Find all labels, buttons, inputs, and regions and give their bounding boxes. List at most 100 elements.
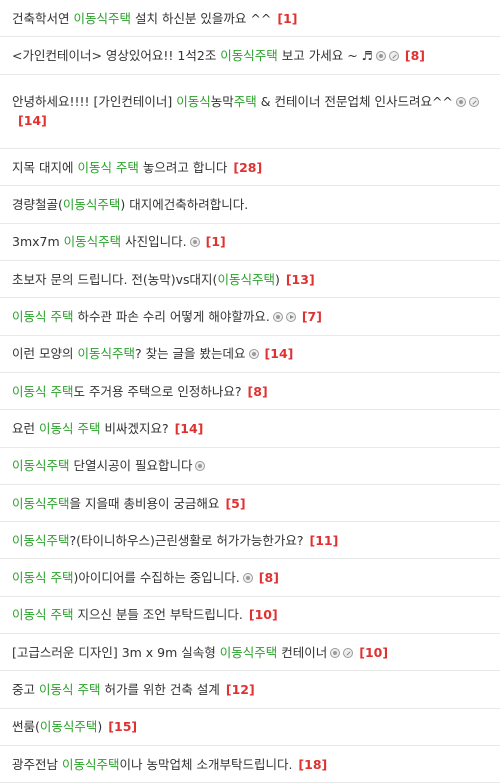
post-title-link[interactable]: 이동식 주택 지으신 분들 조언 부탁드립니다. [10] (12, 605, 278, 624)
comment-count[interactable]: [10] (249, 607, 278, 622)
comment-count[interactable]: [13] (286, 272, 315, 287)
title-text: 안녕하세요!!!! [가인컨테이너] (12, 94, 177, 110)
title-text: 3mx7m (12, 234, 64, 250)
post-title-link[interactable]: 경량철골(이동식주택) 대지에건축하려합니다. (12, 195, 248, 214)
post-title-link[interactable]: 이동식 주택)아이디어를 수집하는 중입니다. [8] (12, 568, 279, 587)
post-row[interactable]: 썬룸(이동식주택) [15] (0, 709, 500, 746)
title-text: 건축학서연 (12, 10, 74, 26)
comment-count[interactable]: [14] (18, 113, 47, 128)
post-row[interactable]: 이동식 주택 지으신 분들 조언 부탁드립니다. [10] (0, 597, 500, 635)
comment-count[interactable]: [10] (359, 645, 388, 660)
post-row[interactable]: 이동식 주택도 주거용 주택으로 인정하나요? [8] (0, 373, 500, 411)
post-title-link[interactable]: <가인컨테이너> 영상있어요!! 1석2조 이동식주택 보고 가세요 ~ ♬ [8… (12, 46, 425, 65)
post-row[interactable]: 이동식 주택 하수관 파손 수리 어떻게 해야할까요. [7] (0, 298, 500, 336)
image-icon (242, 573, 253, 584)
title-keyword-highlight: 이동식주택 (12, 532, 70, 548)
post-title-link[interactable]: 3mx7m 이동식주택 사진입니다. [1] (12, 232, 226, 251)
comment-count[interactable]: [5] (225, 496, 245, 511)
comment-count[interactable]: [11] (310, 533, 339, 548)
title-text: 설치 하신분 있을까요 ^^ (131, 10, 272, 26)
title-keyword-highlight: 이동식 주택 (38, 681, 101, 697)
title-text: 허가를 위한 건축 설계 (100, 681, 220, 697)
post-row[interactable]: 경량철골(이동식주택) 대지에건축하려합니다. (0, 186, 500, 224)
image-icon (272, 312, 283, 323)
comment-count[interactable]: [1] (206, 234, 226, 249)
post-title-link[interactable]: 요런 이동식 주택 비싸겠지요? [14] (12, 419, 203, 438)
title-keyword-highlight: 이동식 (176, 94, 211, 110)
title-keyword-highlight: 이동식주택 (61, 756, 120, 772)
post-row[interactable]: 광주전남 이동식주택이나 농막업체 소개부탁드립니다. [18] (0, 746, 500, 783)
comment-count[interactable]: [18] (298, 757, 327, 772)
image-icon (455, 97, 466, 108)
post-title-link[interactable]: 이동식 주택 하수관 파손 수리 어떻게 해야할까요. [7] (12, 307, 322, 326)
title-text: 하수관 파손 수리 어떻게 해야할까요. (73, 309, 270, 325)
title-keyword-highlight: 이동식주택 (63, 234, 122, 250)
post-row[interactable]: <가인컨테이너> 영상있어요!! 1석2조 이동식주택 보고 가세요 ~ ♬ [8… (0, 37, 500, 75)
post-row[interactable]: 중고 이동식 주택 허가를 위한 건축 설계 [12] (0, 671, 500, 709)
title-text: & 컨테이너 전문업체 인사드려요^^ (256, 94, 453, 110)
comment-count[interactable]: [8] (259, 570, 279, 585)
comment-count[interactable]: [15] (108, 719, 137, 734)
comment-count[interactable]: [1] (277, 11, 297, 26)
title-keyword-highlight: 이동식 주택 (12, 607, 74, 623)
post-row[interactable]: 지목 대지에 이동식 주택 놓으려고 합니다 [28] (0, 149, 500, 187)
title-text: <가인컨테이너> 영상있어요!! 1석2조 (12, 47, 221, 63)
title-text: 썬룸( (12, 719, 40, 735)
title-keyword-highlight: 주택 (233, 94, 257, 110)
post-row[interactable]: 요런 이동식 주택 비싸겠지요? [14] (0, 410, 500, 448)
post-row[interactable]: 건축학서연 이동식주택 설치 하신분 있을까요 ^^ [1] (0, 0, 500, 38)
post-title-link[interactable]: 이동식 주택도 주거용 주택으로 인정하나요? [8] (12, 382, 268, 401)
post-title-link[interactable]: 건축학서연 이동식주택 설치 하신분 있을까요 ^^ [1] (12, 9, 297, 28)
title-text: 지목 대지에 (12, 159, 78, 175)
post-row[interactable]: 이동식주택을 지을때 총비용이 궁금해요 [5] (0, 485, 500, 523)
comment-count[interactable]: [8] (248, 384, 268, 399)
title-text: ) (274, 271, 280, 287)
post-title-link[interactable]: 광주전남 이동식주택이나 농막업체 소개부탁드립니다. [18] (12, 755, 327, 774)
post-title-link[interactable]: 이런 모양의 이동식주택? 찾는 글을 봤는데요 [14] (12, 344, 293, 363)
title-keyword-highlight: 이동식 주택 (12, 383, 74, 399)
post-row[interactable]: 이동식주택 단열시공이 필요합니다 (0, 448, 500, 485)
post-title-link[interactable]: 초보자 문의 드립니다. 전(농막)vs대지(이동식주택) [13] (12, 270, 315, 289)
title-text: 비싸겠지요? (100, 420, 169, 436)
comment-count[interactable]: [8] (405, 48, 425, 63)
post-row[interactable]: [고급스러운 디자인] 3m x 9m 실속형 이동식주택 컨테이너 [10] (0, 634, 500, 672)
title-text: 이런 모양의 (12, 346, 78, 362)
post-row[interactable]: 초보자 문의 드립니다. 전(농막)vs대지(이동식주택) [13] (0, 261, 500, 299)
post-title-link[interactable]: 썬룸(이동식주택) [15] (12, 717, 137, 736)
comment-count[interactable]: [14] (265, 346, 294, 361)
post-title-link[interactable]: 이동식주택을 지을때 총비용이 궁금해요 [5] (12, 494, 246, 513)
title-text: 단열시공이 필요합니다 (69, 458, 193, 474)
title-text: 놓으려고 합니다 (138, 159, 228, 175)
post-title-link[interactable]: 이동식주택 단열시공이 필요합니다 (12, 456, 206, 475)
post-title-link[interactable]: 이동식주택?(타이니하우스)근린생활로 허가가능한가요? [11] (12, 531, 338, 550)
title-keyword-highlight: 이동식주택 (219, 644, 278, 660)
comment-count[interactable]: [14] (175, 421, 204, 436)
post-title-link[interactable]: 지목 대지에 이동식 주택 놓으려고 합니다 [28] (12, 158, 262, 177)
title-text: ? 찾는 글을 봤는데요 (134, 346, 246, 362)
title-text: [고급스러운 디자인] 3m x 9m 실속형 (12, 644, 220, 660)
post-title-link[interactable]: 중고 이동식 주택 허가를 위한 건축 설계 [12] (12, 680, 255, 699)
title-text: 경량철골( (12, 197, 63, 213)
title-keyword-highlight: 이동식 주택 (38, 420, 101, 436)
comment-count[interactable]: [28] (233, 160, 262, 175)
image-icon (195, 461, 206, 472)
title-keyword-highlight: 이동식주택 (39, 719, 98, 735)
title-keyword-highlight: 이동식주택 (12, 458, 70, 474)
image-icon (375, 50, 386, 61)
title-text: 보고 가세요 ~ ♬ (277, 47, 373, 63)
post-row[interactable]: 이동식주택?(타이니하우스)근린생활로 허가가능한가요? [11] (0, 522, 500, 560)
comment-count[interactable]: [7] (302, 309, 322, 324)
post-row[interactable]: 안녕하세요!!!! [가인컨테이너] 이동식농막주택 & 컨테이너 전문업체 인… (0, 75, 500, 150)
video-icon (285, 312, 296, 323)
title-text: 중고 (12, 681, 39, 697)
post-title-link[interactable]: 안녕하세요!!!! [가인컨테이너] 이동식농막주택 & 컨테이너 전문업체 인… (12, 92, 488, 130)
post-row[interactable]: 3mx7m 이동식주택 사진입니다. [1] (0, 224, 500, 262)
comment-count[interactable]: [12] (226, 682, 255, 697)
post-list: 건축학서연 이동식주택 설치 하신분 있을까요 ^^ [1] <가인컨테이너> 영상… (0, 0, 500, 783)
post-title-link[interactable]: [고급스러운 디자인] 3m x 9m 실속형 이동식주택 컨테이너 [10] (12, 643, 388, 662)
attach-icon (388, 50, 399, 61)
title-text: ?(타이니하우스)근린생활로 허가가능한가요? (69, 532, 304, 548)
post-row[interactable]: 이런 모양의 이동식주택? 찾는 글을 봤는데요 [14] (0, 336, 500, 373)
title-keyword-highlight: 이동식 주택 (12, 570, 74, 586)
post-row[interactable]: 이동식 주택)아이디어를 수집하는 중입니다. [8] (0, 559, 500, 597)
